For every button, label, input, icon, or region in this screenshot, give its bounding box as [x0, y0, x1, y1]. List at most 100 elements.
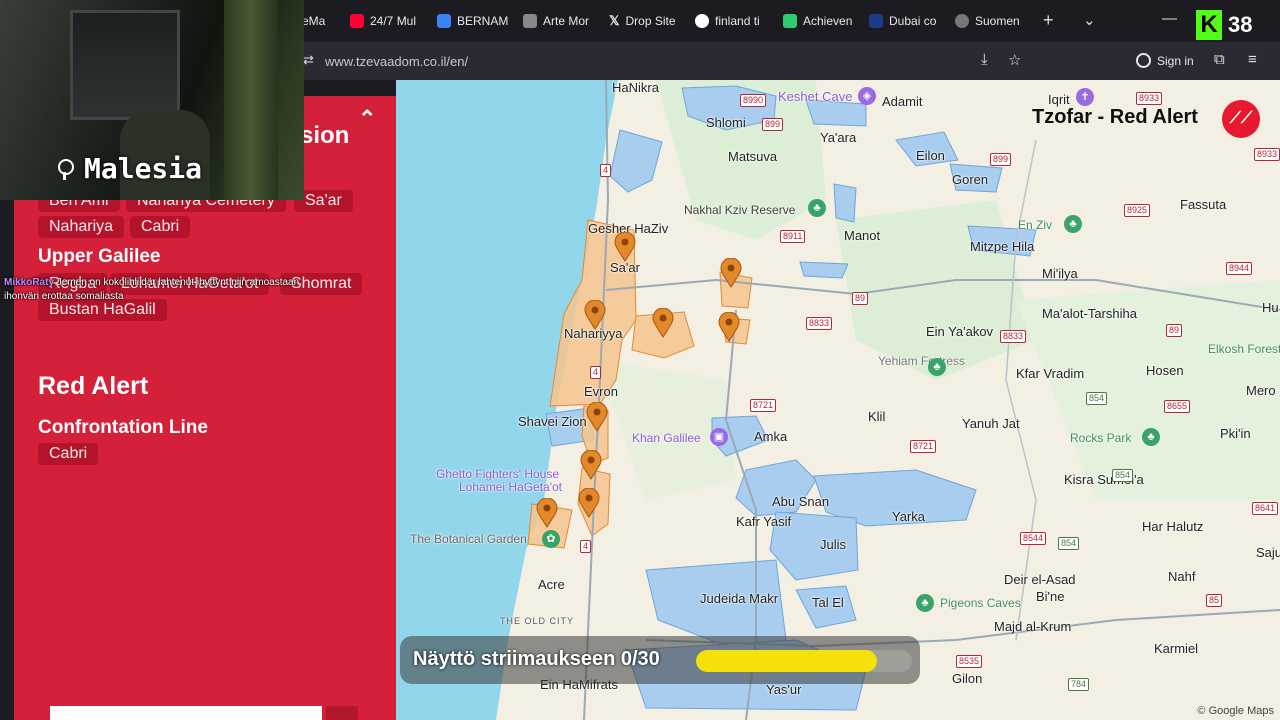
- place-label: The Botanical Garden: [410, 532, 527, 546]
- place-label: Deir el-Asad: [1004, 572, 1076, 587]
- page-icon: [869, 14, 883, 28]
- place-label: Nakhal Kziv Reserve: [684, 203, 796, 217]
- cave-poi-icon[interactable]: ◈: [858, 87, 876, 105]
- collapse-chevron-icon[interactable]: ⌃: [358, 106, 376, 132]
- museum-poi-icon[interactable]: ▣: [710, 428, 728, 446]
- alert-section-title: Red Alert: [38, 372, 149, 400]
- account-icon: [1136, 53, 1151, 68]
- place-label: Kfar Vradim: [1016, 366, 1085, 381]
- tab[interactable]: Arte Mor: [523, 10, 593, 32]
- alert-marker[interactable]: [614, 232, 636, 262]
- place-label: Har Halutz: [1142, 519, 1204, 534]
- place-label: Adamit: [882, 94, 923, 109]
- area-chip[interactable]: Cabri: [130, 216, 191, 238]
- location-label: Malesia: [56, 152, 202, 185]
- tab[interactable]: Dubai co: [869, 10, 937, 32]
- place-label: Nahf: [1168, 569, 1196, 584]
- alert-marker[interactable]: [578, 488, 600, 518]
- viewer-count-value: 38: [1228, 12, 1253, 37]
- route-shield: 854: [1058, 537, 1080, 550]
- place-label: Majd al-Krum: [994, 619, 1072, 634]
- history-card[interactable]: [50, 706, 322, 720]
- route-shield: 8833: [806, 317, 833, 330]
- park-poi-icon[interactable]: ♣: [928, 358, 946, 376]
- region-title: Confrontation Line: [38, 417, 208, 438]
- road: [1005, 139, 1037, 641]
- map[interactable]: Tzofar - Red Alert ⟋⟋ HaNikra Keshet Cav…: [396, 80, 1280, 720]
- tab-label: finland ti: [715, 14, 760, 28]
- place-label: HaNikra: [612, 80, 659, 95]
- area-chip[interactable]: Nahariya: [38, 216, 125, 238]
- park-poi-icon[interactable]: ♣: [1142, 428, 1160, 446]
- place-label: Eilon: [916, 148, 945, 163]
- tab-label: Arte Mor: [543, 14, 590, 28]
- tzofar-logo-icon: ⟋⟋: [1222, 100, 1260, 138]
- extensions-icon[interactable]: ⧉: [1214, 51, 1225, 68]
- tab[interactable]: Achieven: [783, 10, 853, 32]
- route-shield: 8911: [780, 230, 806, 243]
- stream-goal: Näyttö striimaukseen 0/30: [400, 636, 920, 684]
- place-label: Rocks Park: [1070, 431, 1132, 445]
- alert-marker[interactable]: [652, 308, 674, 338]
- route-shield: 8655: [1164, 400, 1191, 413]
- route-shield: 89: [1166, 324, 1183, 337]
- screen: eMa 24/7 Mul BERNAM Arte Mor 𝕏 Drop Site …: [0, 0, 1280, 720]
- page-settings-icon[interactable]: ⇄: [303, 52, 314, 68]
- route-shield: 8933: [1254, 148, 1280, 161]
- place-label: Sa'ar: [610, 260, 640, 275]
- place-label: Keshet Cave: [778, 89, 853, 104]
- locality-area: [799, 261, 849, 279]
- tab-label: Dubai co: [889, 14, 937, 28]
- area-chip[interactable]: Cabri: [38, 443, 99, 465]
- play-sound-button[interactable]: [326, 706, 358, 720]
- place-label: Ein Ya'akov: [926, 324, 994, 339]
- alert-marker[interactable]: [580, 450, 602, 480]
- sign-in-button[interactable]: Sign in: [1136, 53, 1194, 68]
- sign-in-label: Sign in: [1157, 53, 1194, 68]
- tab[interactable]: 24/7 Mul: [350, 10, 420, 32]
- alert-marker[interactable]: [536, 498, 558, 528]
- place-label: Ma'alot-Tarshiha: [1042, 306, 1137, 321]
- alert-marker[interactable]: [720, 258, 742, 288]
- route-shield: 8544: [1020, 532, 1047, 545]
- tab[interactable]: Suomen: [955, 10, 1023, 32]
- place-label: Matsuva: [728, 149, 778, 164]
- url-field[interactable]: www.tzevaadom.co.il/en/: [325, 54, 468, 69]
- place-label: Bi'ne: [1036, 589, 1065, 604]
- place-label: Lohamei HaGeta'ot: [459, 480, 563, 494]
- tab[interactable]: BERNAM: [437, 10, 509, 32]
- route-shield: 8944: [1226, 262, 1253, 275]
- place-label: Evron: [584, 384, 618, 399]
- place-label: Mi'ilya: [1042, 266, 1078, 281]
- park-poi-icon[interactable]: ♣: [916, 594, 934, 612]
- route-shield: 4: [600, 164, 612, 177]
- save-page-icon[interactable]: ⤓: [981, 51, 988, 68]
- locality-area: [609, 129, 663, 193]
- menu-icon[interactable]: ≡: [1248, 51, 1257, 68]
- stream-goal-fill: [696, 650, 878, 672]
- locality-area: [833, 183, 857, 223]
- minimize-icon[interactable]: —: [1162, 10, 1177, 27]
- route-shield: 85: [1206, 594, 1223, 607]
- garden-poi-icon[interactable]: ✿: [542, 530, 560, 548]
- alert-marker[interactable]: [718, 312, 740, 342]
- route-shield: 784: [1068, 678, 1090, 691]
- park-poi-icon[interactable]: ♣: [808, 199, 826, 217]
- tab[interactable]: eMa: [302, 10, 332, 32]
- viewer-count: K 38: [1196, 10, 1252, 40]
- bookmark-star-icon[interactable]: ☆: [1008, 51, 1021, 69]
- new-tab-icon[interactable]: +: [1043, 10, 1054, 31]
- chevron-down-icon[interactable]: ⌄: [1083, 11, 1096, 29]
- place-label: Hosen: [1146, 363, 1184, 378]
- route-shield: 899: [990, 153, 1012, 166]
- app-title: Tzofar - Red Alert: [1032, 106, 1198, 128]
- park-poi-icon[interactable]: ♣: [1064, 215, 1082, 233]
- place-label: Pki'in: [1220, 426, 1251, 441]
- place-label: En Ziv: [1018, 218, 1053, 232]
- alert-marker[interactable]: [586, 402, 608, 432]
- tab[interactable]: finland ti: [695, 10, 765, 32]
- alert-marker[interactable]: [584, 300, 606, 330]
- place-label: Amka: [754, 429, 788, 444]
- tab[interactable]: 𝕏 Drop Site: [609, 10, 679, 32]
- landmark-poi-icon[interactable]: ✝: [1076, 88, 1094, 106]
